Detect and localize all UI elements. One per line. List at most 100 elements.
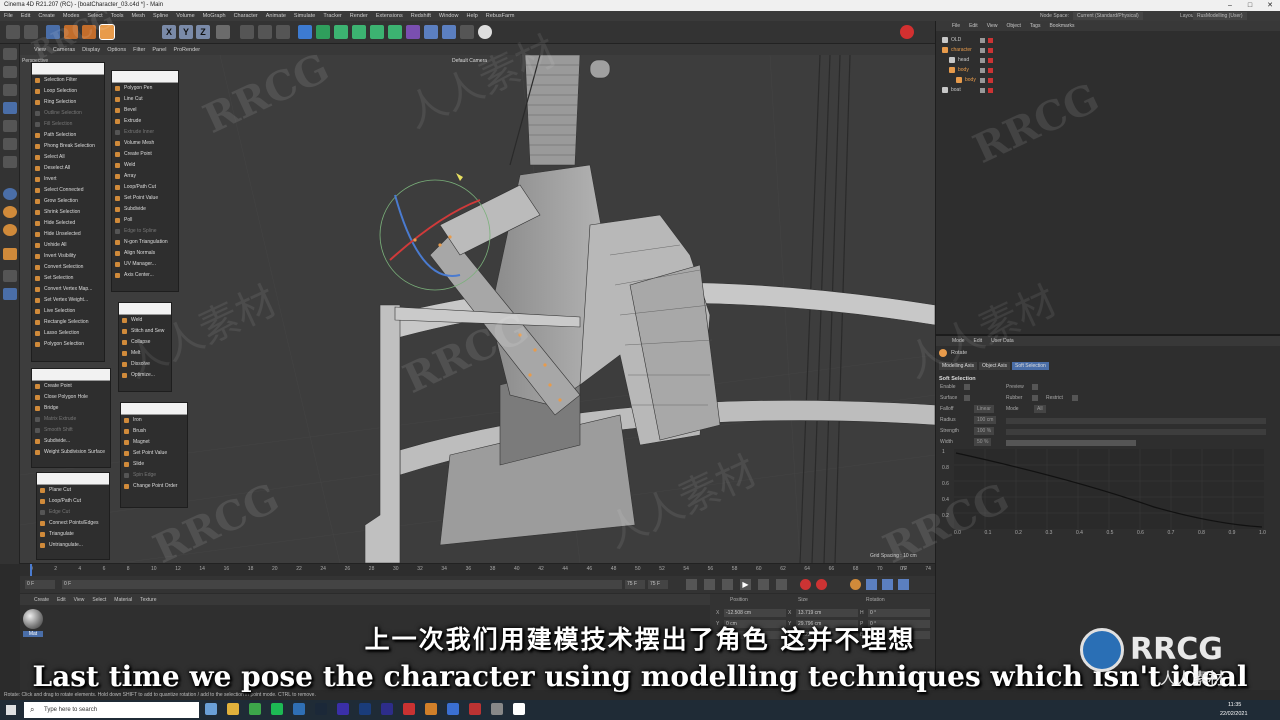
popup-mesh-item[interactable]: Volume Mesh — [112, 138, 178, 149]
popup-mesh-item[interactable]: UV Manager... — [112, 259, 178, 270]
prev-frame-icon[interactable] — [722, 579, 733, 590]
popup-iron-item[interactable]: Change Point Order — [121, 481, 187, 492]
key-scale-icon[interactable] — [882, 579, 893, 590]
popup-iron-item[interactable]: Spin Edge — [121, 470, 187, 481]
x-position-field[interactable]: -12.508 cm — [724, 609, 786, 617]
popup-weld-item[interactable]: Collapse — [119, 337, 171, 348]
popup-points-item[interactable]: Bridge — [32, 403, 110, 414]
undo-icon[interactable] — [6, 25, 20, 39]
field-value[interactable]: All — [1034, 405, 1046, 413]
polygons-mode-icon[interactable] — [3, 138, 17, 150]
popup-mesh-item[interactable]: Axis Center... — [112, 270, 178, 281]
om-menu-object[interactable]: Object — [1006, 23, 1020, 29]
taskbar-app-icon[interactable] — [403, 703, 415, 715]
popup-cut-item[interactable]: Untriangulate... — [37, 540, 109, 551]
popup-weld-item[interactable]: Optimize... — [119, 370, 171, 381]
popup-mesh-item[interactable]: Create Point — [112, 149, 178, 160]
om-menu-tags[interactable]: Tags — [1030, 23, 1041, 29]
popup-select-item[interactable]: Selection Filter — [32, 75, 104, 86]
menu-create[interactable]: Create — [38, 13, 55, 19]
render-toggle-icon[interactable] — [988, 87, 993, 93]
deformer-icon[interactable] — [370, 25, 384, 39]
tab-modelling-axis[interactable]: Modelling Axis — [939, 362, 977, 370]
points-mode-icon[interactable] — [3, 102, 17, 114]
popup-select-item[interactable]: Select All — [32, 152, 104, 163]
uv-mode-icon[interactable] — [3, 156, 17, 168]
checkbox[interactable] — [964, 384, 970, 390]
soft-selection-icon[interactable] — [3, 288, 17, 300]
scene-icon[interactable] — [424, 25, 438, 39]
falloff-graph[interactable] — [954, 449, 1264, 529]
object-row[interactable]: body — [956, 75, 993, 85]
menu-window[interactable]: Window — [439, 13, 459, 19]
axis-icon[interactable] — [3, 270, 17, 282]
material-menu-create[interactable]: Create — [34, 597, 49, 603]
menu-render[interactable]: Render — [350, 13, 368, 19]
menu-mograph[interactable]: MoGraph — [203, 13, 226, 19]
om-menu-file[interactable]: File — [952, 23, 960, 29]
viewport-menu-filter[interactable]: Filter — [133, 47, 145, 53]
taskbar-app-icon[interactable] — [293, 703, 305, 715]
field-value[interactable]: Linear — [974, 405, 994, 413]
popup-select-item[interactable]: Fill Selection — [32, 119, 104, 130]
popup-weld-item[interactable]: Weld — [119, 315, 171, 326]
popup-weld-item[interactable]: Stitch and Sew — [119, 326, 171, 337]
render-view-icon[interactable] — [240, 25, 254, 39]
am-menu-edit[interactable]: Edit — [974, 338, 983, 344]
popup-mesh-item[interactable]: Subdivide — [112, 204, 178, 215]
visibility-toggle-icon[interactable] — [980, 77, 985, 83]
popup-select-item[interactable]: Set Selection — [32, 273, 104, 284]
subdivision-icon[interactable] — [334, 25, 348, 39]
x-size-field[interactable]: 13.719 cm — [796, 609, 858, 617]
popup-points-item[interactable]: Weight Subdivision Surface — [32, 447, 110, 458]
live-select-icon[interactable] — [46, 25, 60, 39]
om-menu-view[interactable]: View — [987, 23, 998, 29]
popup-points-item[interactable]: Create Point — [32, 381, 110, 392]
popup-mesh-item[interactable]: Array — [112, 171, 178, 182]
frame-range-slider[interactable]: 0 F — [62, 580, 622, 589]
popup-select-item[interactable]: Convert Selection — [32, 262, 104, 273]
floor-icon[interactable] — [442, 25, 456, 39]
popup-mesh-item[interactable]: Extrude — [112, 116, 178, 127]
timeline-ruler[interactable]: 0246810121416182022242628303234363840424… — [20, 563, 935, 577]
popup-mesh-item[interactable]: Poll — [112, 215, 178, 226]
viewport-menu-panel[interactable]: Panel — [152, 47, 166, 53]
object-row[interactable]: character — [942, 45, 993, 55]
menu-simulate[interactable]: Simulate — [294, 13, 315, 19]
taskbar-app-icon[interactable] — [381, 703, 393, 715]
taskbar-app-icon[interactable] — [205, 703, 217, 715]
popup-select-item[interactable]: Invert — [32, 174, 104, 185]
model-mode-icon[interactable] — [3, 66, 17, 78]
z-axis-lock-icon[interactable]: Z — [196, 25, 210, 39]
am-menu-mode[interactable]: Mode — [952, 338, 965, 344]
menu-extensions[interactable]: Extensions — [376, 13, 403, 19]
start-frame-field[interactable]: 0 F — [25, 580, 55, 589]
auto-key-icon[interactable] — [816, 579, 827, 590]
texture-mode-icon[interactable] — [3, 84, 17, 96]
maximize-button[interactable]: □ — [1240, 0, 1260, 11]
popup-select-item[interactable]: Rectangle Selection — [32, 317, 104, 328]
taskbar-app-icon[interactable] — [469, 703, 481, 715]
object-row[interactable]: body — [949, 65, 993, 75]
popup-mesh-item[interactable]: Weld — [112, 160, 178, 171]
popup-iron-item[interactable]: Set Point Value — [121, 448, 187, 459]
menu-redshift[interactable]: Redshift — [411, 13, 431, 19]
visibility-toggle-icon[interactable] — [980, 37, 985, 43]
popup-select-item[interactable]: Lasso Selection — [32, 328, 104, 339]
checkbox[interactable] — [1032, 395, 1038, 401]
popup-cut-item[interactable]: Connect Points/Edges — [37, 518, 109, 529]
node-space-dropdown[interactable]: Current (Standard/Physical) — [1073, 12, 1143, 20]
viewport-menu-options[interactable]: Options — [107, 47, 126, 53]
close-button[interactable]: ✕ — [1260, 0, 1280, 11]
visibility-toggle-icon[interactable] — [980, 57, 985, 63]
render-toggle-icon[interactable] — [988, 57, 993, 63]
popup-select-item[interactable]: Phong Break Selection — [32, 141, 104, 152]
popup-points-item[interactable]: Matrix Extrude — [32, 414, 110, 425]
popup-select-item[interactable]: Ring Selection — [32, 97, 104, 108]
material-menu-texture[interactable]: Texture — [140, 597, 156, 603]
taskbar-app-icon[interactable] — [491, 703, 503, 715]
object-row[interactable]: boat — [942, 85, 993, 95]
popup-mesh-item[interactable]: Bevel — [112, 105, 178, 116]
x-axis-lock-icon[interactable]: X — [162, 25, 176, 39]
tab-soft-selection[interactable]: Soft Selection — [1011, 362, 1049, 370]
